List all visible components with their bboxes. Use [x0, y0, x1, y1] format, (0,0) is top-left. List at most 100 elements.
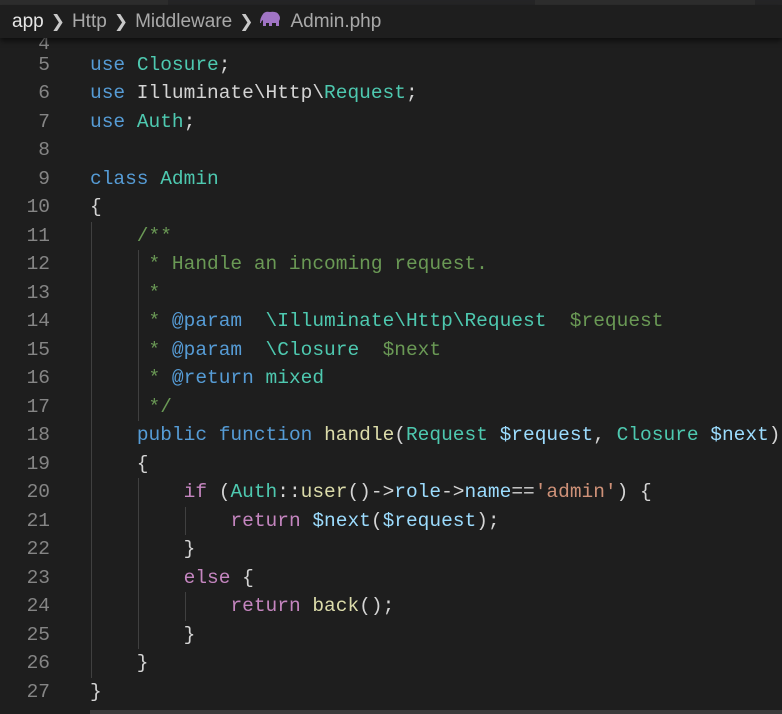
code-token: *	[90, 281, 161, 304]
code-text: {	[90, 193, 102, 222]
code-text: }	[90, 678, 102, 707]
code-token: *	[90, 310, 172, 332]
code-line: 10 {	[0, 193, 782, 222]
code-line: 5 use Closure;	[0, 51, 782, 80]
breadcrumb-file[interactable]: Admin.php	[290, 11, 381, 33]
code-line: 24 return back();	[0, 592, 782, 621]
code-line: 12 * Handle an incoming request.	[0, 250, 782, 279]
code-editor[interactable]: 4 5 use Closure; 6 use Illuminate\Http\Requ…	[0, 33, 782, 714]
code-line: 11 /**	[0, 221, 782, 250]
code-token: ;	[183, 110, 196, 133]
code-token: mixed	[265, 367, 325, 389]
code-token: );	[476, 509, 500, 532]
line-number: 12	[26, 253, 50, 275]
code-token: (	[370, 509, 383, 532]
code-token: {	[90, 196, 102, 218]
line-number: 18	[26, 424, 50, 446]
code-token: \Illuminate\Http\Request	[265, 310, 547, 332]
code-text: public function handle(Request $request,…	[90, 421, 781, 450]
code-line: 25 }	[0, 620, 782, 650]
code-line: 7 use Auth;	[0, 108, 782, 137]
code-line: 6 use Illuminate\Http\Request;	[0, 79, 782, 108]
code-token: ()->	[347, 481, 395, 503]
code-text: *	[90, 279, 161, 308]
code-text: * @return mixed	[90, 364, 325, 393]
line-number: 24	[26, 595, 50, 617]
line-number: 19	[26, 452, 50, 475]
code-token: @param	[171, 310, 243, 332]
code-token: ->	[441, 481, 465, 503]
code-text: if (Auth::user()->role->name=='admin') {	[90, 478, 652, 507]
code-token: (	[394, 424, 406, 446]
line-number: 6	[38, 82, 50, 104]
code-token: Closure	[136, 53, 219, 76]
code-token: $request	[499, 424, 594, 446]
code-token: if	[183, 481, 208, 503]
code-token: ;	[218, 53, 231, 76]
code-token: Request	[405, 424, 488, 446]
line-number: 20	[26, 481, 50, 503]
code-token: 'admin'	[534, 481, 617, 503]
line-number: 8	[38, 139, 50, 161]
breadcrumb-middleware[interactable]: Middleware	[135, 11, 232, 33]
code-text: {	[90, 450, 149, 479]
code-token: }	[90, 652, 149, 674]
code-token: {	[90, 452, 149, 475]
code-token: ,	[593, 424, 617, 446]
chevron-right-icon: ❯	[239, 11, 254, 31]
code-token: class	[90, 167, 149, 190]
code-text: use Closure;	[90, 51, 230, 80]
code-token: else	[183, 566, 231, 589]
code-text: class Admin	[90, 165, 219, 194]
code-token: Auth	[230, 481, 278, 503]
code-token: ();	[359, 595, 395, 617]
php-elephant-icon	[260, 11, 282, 32]
code-line: 14 * @param \Illuminate\Http\Request $re…	[0, 307, 782, 336]
code-text: use Illuminate\Http\Request;	[90, 79, 418, 108]
code-line: 23 else {	[0, 563, 782, 592]
breadcrumb-app[interactable]: app	[12, 11, 44, 33]
code-token: }	[90, 538, 196, 560]
breadcrumb: app ❯ Http ❯ Middleware ❯ Admin.php	[0, 5, 782, 38]
code-token: use	[90, 110, 126, 133]
code-token: {	[230, 566, 254, 589]
horizontal-scrollbar[interactable]	[90, 710, 782, 714]
code-line: 17 */	[0, 392, 782, 421]
code-token: name	[464, 481, 512, 503]
line-number: 14	[26, 310, 50, 332]
code-line: 26 }	[0, 649, 782, 678]
code-line: 9 class Admin	[0, 165, 782, 194]
line-number: 16	[26, 367, 50, 389]
code-text: }	[90, 621, 196, 650]
code-token: @return	[171, 367, 254, 389]
line-number: 15	[26, 338, 50, 361]
line-number: 23	[26, 566, 50, 589]
line-number: 27	[26, 680, 50, 703]
code-text: return back();	[90, 592, 394, 621]
code-text: }	[90, 649, 149, 678]
breadcrumb-http[interactable]: Http	[72, 11, 107, 33]
code-token: user	[300, 481, 348, 503]
code-token: *	[90, 338, 172, 361]
code-line: 19 {	[0, 449, 782, 479]
code-token: $request	[382, 509, 477, 532]
line-number: 11	[26, 224, 50, 247]
code-line: 21 return $next($request);	[0, 506, 782, 535]
chevron-right-icon: ❯	[113, 11, 129, 31]
line-number: 21	[26, 509, 50, 532]
code-line: 27}	[0, 678, 782, 707]
code-token: (	[207, 481, 231, 503]
line-number: 25	[26, 623, 50, 646]
line-number: 13	[26, 281, 50, 304]
code-text: * @param \Illuminate\Http\Request $reque…	[90, 307, 664, 336]
code-token: )	[768, 424, 781, 446]
code-token: return	[230, 509, 301, 532]
line-number: 7	[38, 110, 50, 133]
